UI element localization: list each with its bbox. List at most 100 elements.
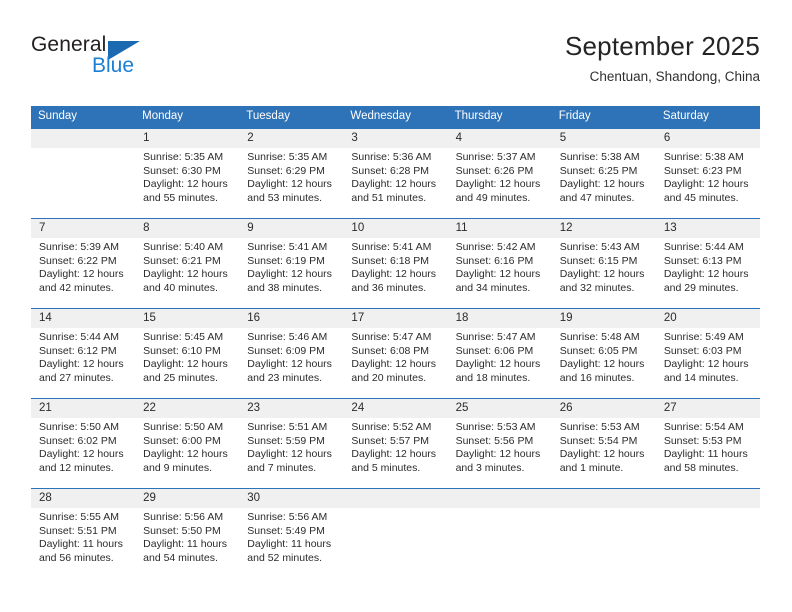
calendar-day-cell[interactable]: 27 Sunrise: 5:54 AM Sunset: 5:53 PM Dayligh… — [655, 398, 760, 488]
general-blue-logo[interactable]: General Blue — [31, 33, 261, 85]
day-info-daylight2: and 52 minutes. — [247, 551, 322, 564]
calendar-day-cell[interactable]: 23 Sunrise: 5:51 AM Sunset: 5:59 PM Dayligh… — [239, 398, 344, 488]
page-header: General Blue September 2025 Chentuan, Sh… — [0, 0, 792, 100]
day-info-sunset: Sunset: 5:54 PM — [559, 434, 638, 447]
day-info-daylight2: and 58 minutes. — [663, 461, 739, 474]
calendar-day-cell[interactable]: 14 Sunrise: 5:44 AM Sunset: 6:12 PM Dayligh… — [31, 308, 136, 398]
day-number: 15 — [135, 309, 240, 328]
calendar-day-cell[interactable]: 6 Sunrise: 5:38 AM Sunset: 6:23 PM Daylight… — [655, 128, 760, 218]
day-info-sunset: Sunset: 6:16 PM — [455, 254, 534, 267]
day-info-sunset: Sunset: 6:22 PM — [39, 254, 117, 267]
day-info-sunrise: Sunrise: 5:50 AM — [39, 421, 119, 433]
day-sun-info: Sunrise: 5:50 AM Sunset: 6:02 PM Daylight:… — [31, 418, 135, 475]
day-cell-inner: 8 Sunrise: 5:40 AM Sunset: 6:21 PM Daylight… — [135, 218, 240, 308]
calendar-day-cell[interactable]: 8 Sunrise: 5:40 AM Sunset: 6:21 PM Daylight… — [135, 218, 240, 308]
day-info-daylight1: Daylight: 12 hours — [143, 268, 228, 281]
calendar-day-cell — [343, 488, 448, 578]
day-info-sunrise: Sunrise: 5:53 AM — [455, 421, 536, 433]
day-number: 19 — [551, 309, 656, 328]
day-info-daylight1: Daylight: 12 hours — [247, 178, 332, 191]
day-cell-inner: 13 Sunrise: 5:44 AM Sunset: 6:13 PM Dayligh… — [655, 218, 760, 308]
calendar-day-cell[interactable]: 12 Sunrise: 5:43 AM Sunset: 6:15 PM Dayligh… — [551, 218, 656, 308]
calendar-day-cell[interactable]: 17 Sunrise: 5:47 AM Sunset: 6:08 PM Dayligh… — [343, 308, 448, 398]
calendar-day-cell — [31, 128, 136, 218]
calendar-week-row: 14 Sunrise: 5:44 AM Sunset: 6:12 PM Dayligh… — [31, 308, 760, 398]
day-cell-inner: 7 Sunrise: 5:39 AM Sunset: 6:22 PM Daylight… — [31, 218, 136, 308]
day-cell-inner: 25 Sunrise: 5:53 AM Sunset: 5:56 PM Dayligh… — [447, 398, 552, 488]
day-sun-info: Sunrise: 5:44 AM Sunset: 6:12 PM Daylight:… — [31, 328, 135, 385]
day-info-daylight2: and 1 minute. — [559, 461, 624, 474]
day-info-sunrise: Sunrise: 5:37 AM — [455, 151, 536, 163]
day-sun-info: Sunrise: 5:53 AM Sunset: 5:54 PM Daylight:… — [552, 418, 656, 475]
logo-text-blue: Blue — [92, 54, 135, 77]
day-sun-info: Sunrise: 5:36 AM Sunset: 6:28 PM Daylight:… — [343, 148, 447, 205]
calendar-day-cell[interactable]: 19 Sunrise: 5:48 AM Sunset: 6:05 PM Dayligh… — [551, 308, 656, 398]
calendar-day-cell[interactable]: 24 Sunrise: 5:52 AM Sunset: 5:57 PM Dayligh… — [343, 398, 448, 488]
calendar-day-cell[interactable]: 5 Sunrise: 5:38 AM Sunset: 6:25 PM Daylight… — [551, 128, 656, 218]
day-cell-inner: 30 Sunrise: 5:56 AM Sunset: 5:49 PM Dayligh… — [239, 488, 344, 578]
day-number: 1 — [135, 129, 240, 148]
day-number: 21 — [31, 399, 136, 418]
day-info-sunset: Sunset: 6:10 PM — [143, 344, 221, 357]
calendar-day-cell[interactable]: 30 Sunrise: 5:56 AM Sunset: 5:49 PM Dayligh… — [239, 488, 344, 578]
weekday-header-monday: Monday — [135, 106, 240, 128]
weekday-header-wednesday: Wednesday — [343, 106, 448, 128]
day-info-sunrise: Sunrise: 5:38 AM — [663, 151, 744, 163]
calendar-day-cell[interactable]: 29 Sunrise: 5:56 AM Sunset: 5:50 PM Dayligh… — [135, 488, 240, 578]
day-sun-info: Sunrise: 5:56 AM Sunset: 5:49 PM Daylight:… — [239, 508, 343, 565]
day-cell-inner: 5 Sunrise: 5:38 AM Sunset: 6:25 PM Daylight… — [551, 128, 656, 218]
day-info-sunrise: Sunrise: 5:42 AM — [455, 241, 536, 253]
day-info-sunset: Sunset: 6:18 PM — [351, 254, 430, 267]
calendar-day-cell[interactable]: 20 Sunrise: 5:49 AM Sunset: 6:03 PM Dayligh… — [655, 308, 760, 398]
day-sun-info: Sunrise: 5:47 AM Sunset: 6:06 PM Daylight:… — [448, 328, 552, 385]
day-cell-inner: 21 Sunrise: 5:50 AM Sunset: 6:02 PM Dayligh… — [31, 398, 136, 488]
day-info-sunrise: Sunrise: 5:38 AM — [559, 151, 640, 163]
day-number: 16 — [239, 309, 344, 328]
day-sun-info: Sunrise: 5:51 AM Sunset: 5:59 PM Daylight:… — [239, 418, 343, 475]
day-info-sunrise: Sunrise: 5:52 AM — [351, 421, 432, 433]
day-info-daylight1: Daylight: 11 hours — [39, 538, 123, 551]
day-cell-inner: 26 Sunrise: 5:53 AM Sunset: 5:54 PM Dayligh… — [551, 398, 656, 488]
calendar-week-row: 7 Sunrise: 5:39 AM Sunset: 6:22 PM Daylight… — [31, 218, 760, 308]
day-info-sunrise: Sunrise: 5:39 AM — [39, 241, 119, 253]
day-sun-info: Sunrise: 5:41 AM Sunset: 6:18 PM Daylight:… — [343, 238, 447, 295]
calendar-day-cell[interactable]: 15 Sunrise: 5:45 AM Sunset: 6:10 PM Dayligh… — [135, 308, 240, 398]
calendar-day-cell[interactable]: 4 Sunrise: 5:37 AM Sunset: 6:26 PM Daylight… — [447, 128, 552, 218]
calendar-day-cell[interactable]: 9 Sunrise: 5:41 AM Sunset: 6:19 PM Daylight… — [239, 218, 344, 308]
day-info-sunrise: Sunrise: 5:50 AM — [143, 421, 224, 433]
day-info-sunrise: Sunrise: 5:51 AM — [247, 421, 328, 433]
day-sun-info: Sunrise: 5:56 AM Sunset: 5:50 PM Daylight:… — [135, 508, 239, 565]
calendar-day-cell[interactable]: 18 Sunrise: 5:47 AM Sunset: 6:06 PM Dayligh… — [447, 308, 552, 398]
day-sun-info: Sunrise: 5:47 AM Sunset: 6:08 PM Daylight:… — [343, 328, 447, 385]
day-cell-inner — [551, 488, 656, 578]
calendar-day-cell[interactable]: 21 Sunrise: 5:50 AM Sunset: 6:02 PM Dayligh… — [31, 398, 136, 488]
day-sun-info: Sunrise: 5:35 AM Sunset: 6:30 PM Daylight:… — [135, 148, 239, 205]
day-info-sunrise: Sunrise: 5:47 AM — [455, 331, 536, 343]
calendar-day-cell[interactable]: 28 Sunrise: 5:55 AM Sunset: 5:51 PM Dayligh… — [31, 488, 136, 578]
calendar-day-cell[interactable]: 7 Sunrise: 5:39 AM Sunset: 6:22 PM Daylight… — [31, 218, 136, 308]
calendar-day-cell[interactable]: 22 Sunrise: 5:50 AM Sunset: 6:00 PM Dayligh… — [135, 398, 240, 488]
title-block: September 2025 Chentuan, Shandong, China — [565, 30, 760, 85]
day-number — [655, 489, 760, 508]
day-info-daylight2: and 42 minutes. — [39, 281, 114, 294]
calendar-day-cell[interactable]: 11 Sunrise: 5:42 AM Sunset: 6:16 PM Dayligh… — [447, 218, 552, 308]
day-sun-info: Sunrise: 5:40 AM Sunset: 6:21 PM Daylight:… — [135, 238, 239, 295]
calendar-day-cell[interactable]: 10 Sunrise: 5:41 AM Sunset: 6:18 PM Dayligh… — [343, 218, 448, 308]
calendar-day-cell[interactable]: 26 Sunrise: 5:53 AM Sunset: 5:54 PM Dayligh… — [551, 398, 656, 488]
day-info-sunset: Sunset: 6:03 PM — [663, 344, 742, 357]
day-info-daylight1: Daylight: 12 hours — [455, 358, 541, 371]
day-cell-inner: 9 Sunrise: 5:41 AM Sunset: 6:19 PM Daylight… — [239, 218, 344, 308]
calendar-day-cell[interactable]: 1 Sunrise: 5:35 AM Sunset: 6:30 PM Daylight… — [135, 128, 240, 218]
calendar-day-cell[interactable]: 13 Sunrise: 5:44 AM Sunset: 6:13 PM Dayligh… — [655, 218, 760, 308]
day-info-daylight1: Daylight: 12 hours — [351, 268, 437, 281]
calendar-day-cell[interactable]: 25 Sunrise: 5:53 AM Sunset: 5:56 PM Dayligh… — [447, 398, 552, 488]
day-number: 22 — [135, 399, 240, 418]
day-info-sunset: Sunset: 6:19 PM — [247, 254, 325, 267]
calendar-day-cell[interactable]: 16 Sunrise: 5:46 AM Sunset: 6:09 PM Dayligh… — [239, 308, 344, 398]
day-info-sunset: Sunset: 5:59 PM — [247, 434, 325, 447]
calendar-day-cell[interactable]: 3 Sunrise: 5:36 AM Sunset: 6:28 PM Daylight… — [343, 128, 448, 218]
calendar-day-cell[interactable]: 2 Sunrise: 5:35 AM Sunset: 6:29 PM Daylight… — [239, 128, 344, 218]
day-info-sunrise: Sunrise: 5:53 AM — [559, 421, 640, 433]
calendar-body: 1 Sunrise: 5:35 AM Sunset: 6:30 PM Daylight… — [31, 128, 760, 578]
day-cell-inner: 2 Sunrise: 5:35 AM Sunset: 6:29 PM Daylight… — [239, 128, 344, 218]
